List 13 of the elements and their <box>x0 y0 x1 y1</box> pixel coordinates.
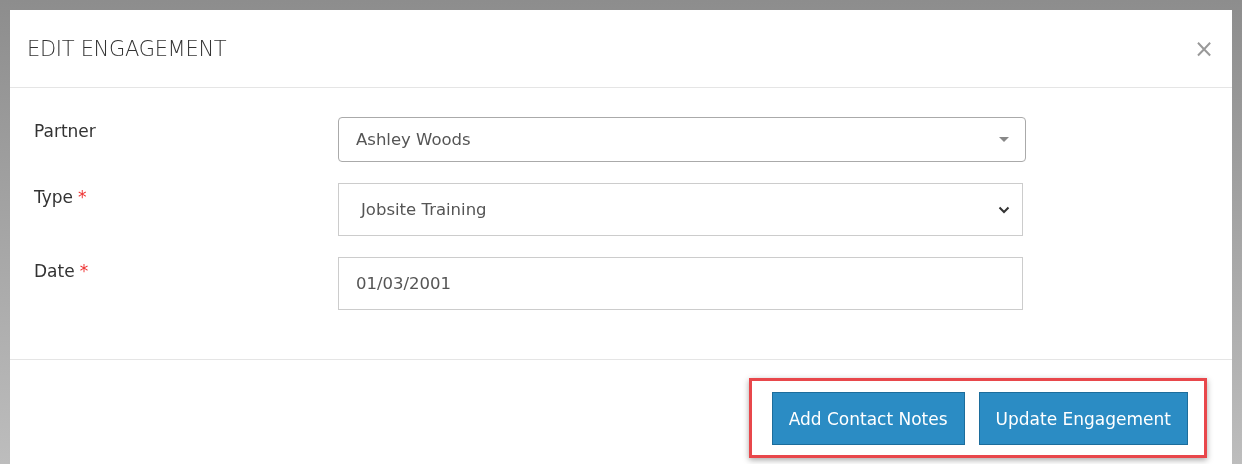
dropdown-field[interactable]: Ashley Woods <box>338 117 1026 162</box>
dropdown-field[interactable]: Jobsite Training <box>338 183 1023 236</box>
required-mark: * <box>79 261 89 281</box>
chevron-down-icon <box>998 205 1010 214</box>
field-label: Partner <box>34 121 96 141</box>
action-button[interactable]: Add Contact Notes <box>771 392 965 445</box>
field-label: Type <box>34 187 74 207</box>
dialog-title: EDIT ENGAGEMENT <box>27 36 227 61</box>
required-mark: * <box>78 187 87 207</box>
date-field[interactable]: 01/03/2001 <box>338 257 1023 310</box>
action-button[interactable]: Update Engagement <box>978 392 1188 445</box>
field-label: Date <box>34 261 75 281</box>
caret-icon <box>999 137 1009 142</box>
